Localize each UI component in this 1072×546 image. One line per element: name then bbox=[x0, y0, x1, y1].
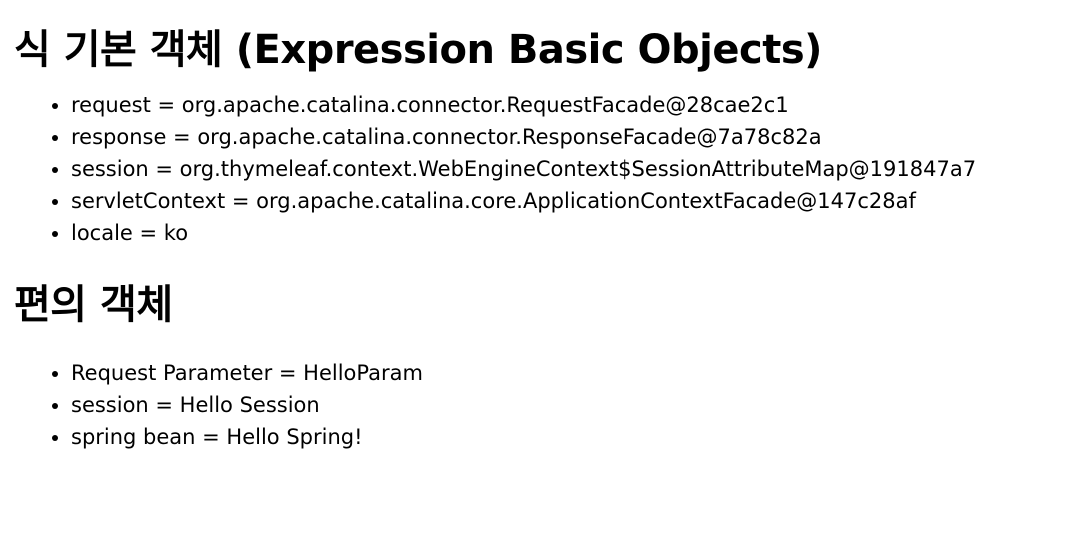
convenience-objects-list: Request Parameter = HelloParam session =… bbox=[14, 357, 1058, 453]
list-item-spring-bean: spring bean = Hello Spring! bbox=[71, 421, 1058, 453]
convenience-objects-heading: 편의 객체 bbox=[14, 282, 173, 328]
expression-objects-list: request = org.apache.catalina.connector.… bbox=[14, 89, 1058, 249]
list-item-session-attribute: session = Hello Session bbox=[71, 389, 1058, 421]
list-item-request-parameter: Request Parameter = HelloParam bbox=[71, 357, 1058, 389]
list-item-request: request = org.apache.catalina.connector.… bbox=[71, 89, 1058, 121]
list-item-response: response = org.apache.catalina.connector… bbox=[71, 121, 1058, 153]
expression-objects-heading: 식 기본 객체 (Expression Basic Objects) bbox=[14, 27, 822, 73]
list-item-locale: locale = ko bbox=[71, 217, 1058, 249]
page-content: 식 기본 객체 (Expression Basic Objects) reque… bbox=[0, 0, 1072, 453]
list-item-servlet-context: servletContext = org.apache.catalina.cor… bbox=[71, 185, 1058, 217]
list-item-session: session = org.thymeleaf.context.WebEngin… bbox=[71, 153, 1058, 185]
